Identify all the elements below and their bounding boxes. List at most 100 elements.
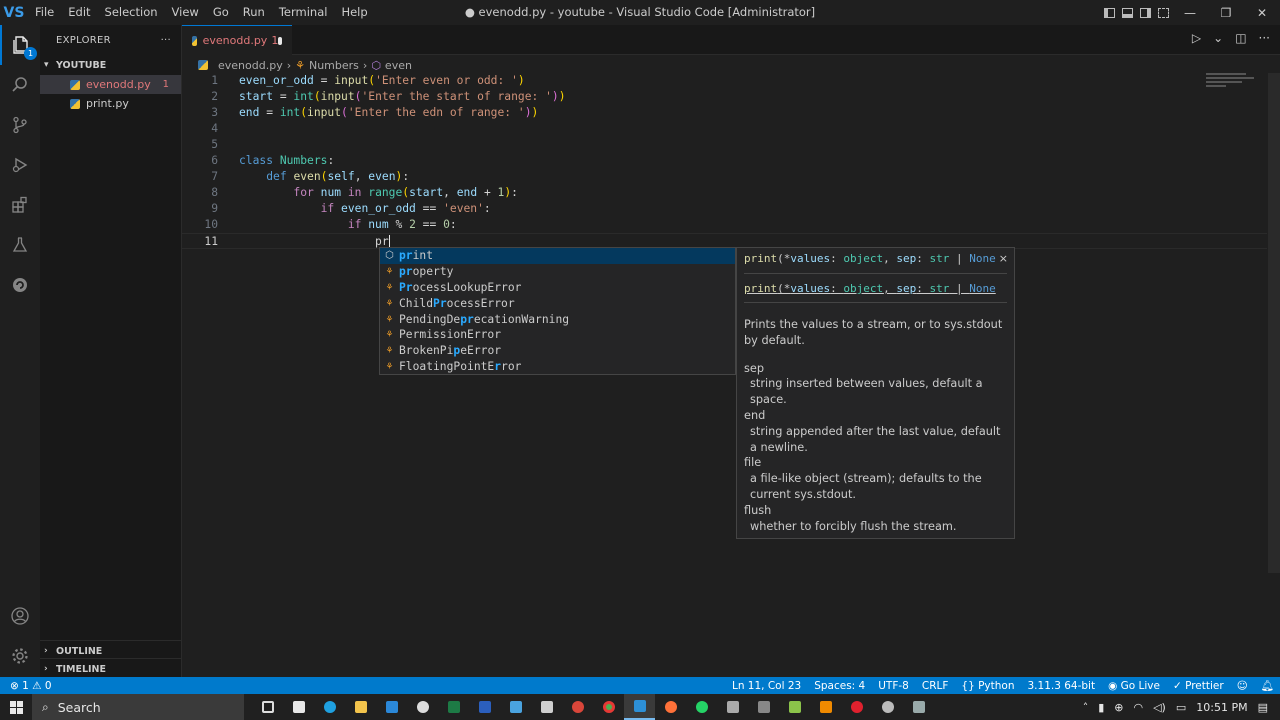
menu-help[interactable]: Help <box>334 0 374 25</box>
timeline-section[interactable]: › TIMELINE <box>40 659 182 679</box>
file-evenodd[interactable]: evenodd.py 1 <box>40 75 181 94</box>
encoding[interactable]: UTF-8 <box>878 680 909 692</box>
menu-edit[interactable]: Edit <box>61 0 97 25</box>
menu-view[interactable]: View <box>165 0 206 25</box>
vlc-icon[interactable] <box>810 694 841 720</box>
vscode-taskbar-icon[interactable] <box>624 694 655 720</box>
vertical-scrollbar[interactable] <box>1268 73 1280 573</box>
usb-icon[interactable]: ▮ <box>1098 701 1104 714</box>
run-dropdown-chevron-icon[interactable]: ⌄ <box>1213 31 1223 45</box>
source-control-icon[interactable] <box>0 105 40 145</box>
cursor-position[interactable]: Ln 11, Col 23 <box>732 680 801 692</box>
notification-center-icon[interactable]: ▤ <box>1258 701 1268 714</box>
class-icon: ⚘ <box>386 345 393 357</box>
unsaved-dot-icon[interactable] <box>278 36 282 45</box>
restore-button[interactable]: ❐ <box>1208 0 1244 25</box>
edge-browser-icon[interactable] <box>314 694 345 720</box>
suggestion-item[interactable]: ⬡ pr int <box>380 248 735 264</box>
tool-icon[interactable] <box>717 694 748 720</box>
menu-terminal[interactable]: Terminal <box>272 0 335 25</box>
battery-icon[interactable]: ▭ <box>1176 701 1186 714</box>
split-editor-icon[interactable]: ◫ <box>1235 31 1246 45</box>
run-python-file-icon[interactable]: ▷ <box>1192 31 1201 45</box>
breadcrumb-method[interactable]: even <box>385 59 412 72</box>
opera-icon[interactable] <box>841 694 872 720</box>
go-live-button[interactable]: ◉ Go Live <box>1108 680 1160 692</box>
more-actions-icon[interactable]: ··· <box>1259 31 1270 45</box>
suggestion-item[interactable]: ⚘ PendingDe pr ecationWarning <box>380 311 735 327</box>
tab-evenodd[interactable]: evenodd.py 1 <box>182 25 292 55</box>
settings-icon[interactable] <box>872 694 903 720</box>
customize-layout-icon[interactable] <box>1154 0 1172 25</box>
minimize-button[interactable]: — <box>1172 0 1208 25</box>
chrome-icon[interactable] <box>593 694 624 720</box>
line-number: 5 <box>211 138 218 151</box>
mail-icon[interactable] <box>376 694 407 720</box>
wifi-icon[interactable]: ◠ <box>1133 701 1143 714</box>
toggle-primary-sidebar-icon[interactable] <box>1100 0 1118 25</box>
network-globe-icon[interactable]: ⊕ <box>1114 701 1123 714</box>
explorer-more-actions[interactable]: ··· <box>161 35 171 46</box>
app-generic-icon[interactable] <box>283 694 314 720</box>
close-icon[interactable]: × <box>999 252 1008 265</box>
suggestion-item[interactable]: ⚘ Pr ocessLookupError <box>380 280 735 296</box>
breadcrumb-file[interactable]: evenodd.py <box>218 59 283 72</box>
remote-explorer-icon[interactable] <box>0 265 40 305</box>
line-number: 10 <box>204 218 218 231</box>
python-interpreter[interactable]: 3.11.3 64-bit <box>1028 680 1096 692</box>
class-icon: ⚘ <box>386 313 393 325</box>
file-explorer-icon[interactable] <box>345 694 376 720</box>
menu-go[interactable]: Go <box>206 0 236 25</box>
suggestion-item[interactable]: ⚘ BrokenPi p eError <box>380 343 735 359</box>
volume-icon[interactable]: ◁) <box>1153 701 1166 714</box>
accounts-icon[interactable] <box>0 596 40 636</box>
prettier-status[interactable]: ✓ Prettier <box>1173 680 1224 692</box>
firefox-icon[interactable] <box>655 694 686 720</box>
task-view-icon[interactable] <box>252 694 283 720</box>
app-green-icon[interactable] <box>779 694 810 720</box>
notifications-bell-icon[interactable]: 🔔︎ <box>1261 679 1274 692</box>
whatsapp-icon[interactable] <box>686 694 717 720</box>
taskbar-search[interactable]: ⌕ Search <box>32 694 244 720</box>
app-gray-icon[interactable] <box>903 694 934 720</box>
chevron-up-icon[interactable]: ˄ <box>1083 701 1089 714</box>
toggle-panel-icon[interactable] <box>1118 0 1136 25</box>
line-ending[interactable]: CRLF <box>922 680 949 692</box>
indentation[interactable]: Spaces: 4 <box>814 680 865 692</box>
testing-flask-icon[interactable] <box>0 225 40 265</box>
toggle-secondary-sidebar-icon[interactable] <box>1136 0 1154 25</box>
media-player-icon[interactable] <box>407 694 438 720</box>
clock-time[interactable]: 10:51 PM <box>1196 701 1247 714</box>
suggestion-item[interactable]: ⚘ Permission Error <box>380 327 735 343</box>
divider <box>744 273 1007 274</box>
breadcrumb-class[interactable]: Numbers <box>309 59 359 72</box>
excel-icon[interactable] <box>438 694 469 720</box>
menu-file[interactable]: File <box>28 0 61 25</box>
explorer-icon[interactable]: 1 <box>0 25 40 65</box>
file-print[interactable]: print.py <box>40 94 181 113</box>
problems-status[interactable]: ⊗ 1 ⚠ 0 <box>10 680 52 692</box>
word-icon[interactable] <box>469 694 500 720</box>
feedback-icon[interactable]: ☺ <box>1237 680 1248 692</box>
app-blue-icon[interactable] <box>500 694 531 720</box>
param-name: end <box>744 408 766 422</box>
run-debug-icon[interactable] <box>0 145 40 185</box>
app-window-icon[interactable] <box>531 694 562 720</box>
suggestion-item[interactable]: ⚘ pr operty <box>380 264 735 280</box>
menu-selection[interactable]: Selection <box>98 0 165 25</box>
search-icon[interactable] <box>0 65 40 105</box>
manage-gear-icon[interactable] <box>0 636 40 676</box>
suggestion-item[interactable]: ⚘ FloatingPointE r ror <box>380 359 735 375</box>
close-button[interactable]: ✕ <box>1244 0 1280 25</box>
code-line: 8 for num in range(start, end + 1): <box>182 185 1267 201</box>
app-image-icon[interactable] <box>748 694 779 720</box>
folder-youtube[interactable]: ▾ YOUTUBE <box>40 55 181 75</box>
suggestion-item[interactable]: ⚘ Child Pr ocessError <box>380 295 735 311</box>
language-mode[interactable]: {} Python <box>961 680 1014 692</box>
app-red-icon[interactable] <box>562 694 593 720</box>
windows-start-icon[interactable] <box>0 694 32 720</box>
minimap[interactable] <box>1206 73 1266 103</box>
activity-bar: 1 <box>0 25 40 677</box>
menu-run[interactable]: Run <box>236 0 272 25</box>
extensions-icon[interactable] <box>0 185 40 225</box>
